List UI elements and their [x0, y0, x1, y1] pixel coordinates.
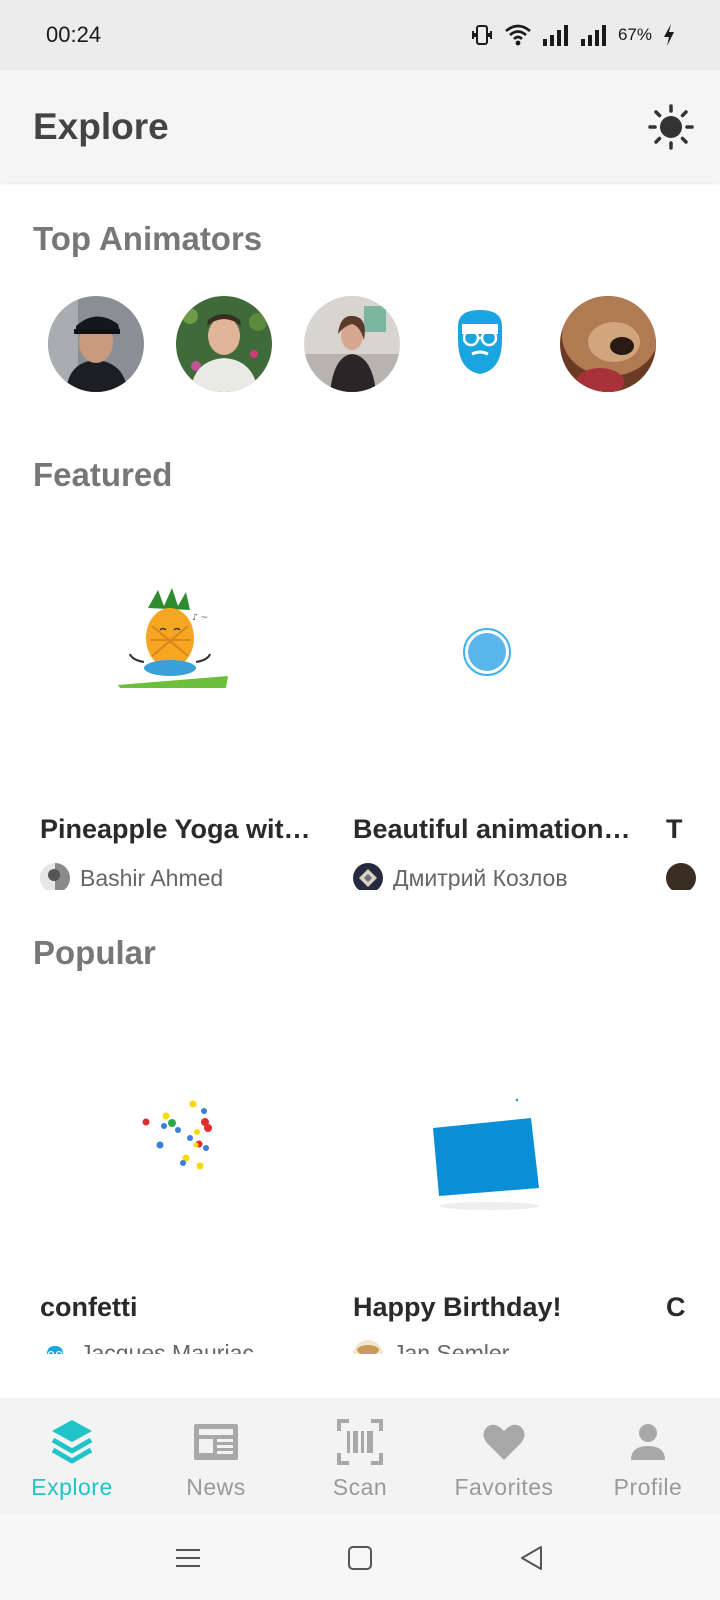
- menu-icon: [176, 1549, 200, 1567]
- app-bar: Explore: [0, 70, 720, 182]
- nav-label: Profile: [613, 1474, 683, 1500]
- animation-preview: ♪ ~: [40, 530, 340, 800]
- top-animators-list: [48, 296, 656, 392]
- signal-icon: [542, 25, 568, 46]
- system-navigation-bar: [0, 1514, 720, 1600]
- animation-card[interactable]: C: [666, 1008, 720, 1368]
- author-avatar: [40, 1340, 70, 1354]
- section-title-featured: Featured: [33, 456, 173, 493]
- section-title-popular: Popular: [33, 934, 156, 971]
- back-triangle-icon: [521, 1546, 542, 1570]
- animator-avatar[interactable]: [176, 296, 272, 392]
- animation-preview: [666, 530, 720, 800]
- card-author[interactable]: Дмитрий Козлов: [353, 862, 568, 890]
- card-title: Beautiful animation…: [353, 814, 631, 844]
- newspaper-icon: [190, 1418, 242, 1466]
- animator-avatar[interactable]: [432, 296, 528, 392]
- status-time: 00:24: [46, 22, 102, 47]
- card-title: Happy Birthday!: [353, 1292, 562, 1322]
- card-title: C: [666, 1292, 686, 1322]
- recent-apps-button[interactable]: [172, 1542, 204, 1574]
- svg-text:♪ ~: ♪ ~: [192, 613, 208, 623]
- featured-list: ♪ ~ Pineapple Yoga wit… Bashir Ahmed Bea…: [0, 530, 720, 890]
- card-title: T: [666, 814, 683, 844]
- card-author[interactable]: Jan Semler: [353, 1340, 509, 1354]
- author-name: Jan Semler: [393, 1340, 510, 1354]
- author-avatar: [666, 863, 696, 890]
- nav-label: Explore: [31, 1474, 113, 1500]
- nav-item-explore[interactable]: Explore: [0, 1398, 144, 1514]
- status-bar: 00:24 67%: [0, 0, 720, 70]
- nav-label: Scan: [332, 1474, 388, 1500]
- animation-preview: [353, 1008, 653, 1278]
- section-title-top-animators: Top Animators: [33, 220, 263, 257]
- animation-card[interactable]: confetti Jacques Mauriac: [40, 1008, 340, 1368]
- animation-card[interactable]: Beautiful animation… Дмитрий Козлов: [353, 530, 653, 890]
- animator-avatar[interactable]: [304, 296, 400, 392]
- home-button[interactable]: [344, 1542, 376, 1574]
- nav-label: News: [186, 1474, 246, 1500]
- animator-avatar[interactable]: [48, 296, 144, 392]
- page-title: Explore: [33, 106, 169, 147]
- animation-card[interactable]: ♪ ~ Pineapple Yoga wit… Bashir Ahmed: [40, 530, 340, 890]
- animation-preview: [353, 530, 653, 800]
- square-icon: [348, 1546, 372, 1570]
- heart-icon: [478, 1418, 530, 1466]
- card-title: Pineapple Yoga wit…: [40, 814, 311, 844]
- nav-item-scan[interactable]: Scan: [288, 1398, 432, 1514]
- card-author[interactable]: Bashir Ahmed: [40, 862, 223, 890]
- author-name: Дмитрий Козлов: [393, 864, 568, 891]
- nav-item-profile[interactable]: Profile: [576, 1398, 720, 1514]
- back-button[interactable]: [516, 1542, 548, 1574]
- bottom-navigation: Explore News Scan Favorites Profile: [0, 1398, 720, 1514]
- card-author[interactable]: Jacques Mauriac: [40, 1340, 254, 1354]
- theme-toggle-button[interactable]: [648, 104, 694, 150]
- layers-icon: [46, 1418, 98, 1466]
- animation-card[interactable]: T: [666, 530, 720, 890]
- barcode-scan-icon: [334, 1418, 386, 1466]
- sun-icon: [648, 104, 694, 150]
- signal-icon: [580, 25, 606, 46]
- popular-list: confetti Jacques Mauriac Happy Birthday!…: [0, 1008, 720, 1370]
- animator-avatar[interactable]: [560, 296, 656, 392]
- author-avatar: [353, 863, 383, 890]
- nav-item-news[interactable]: News: [144, 1398, 288, 1514]
- author-name: Jacques Mauriac: [80, 1340, 254, 1354]
- charging-icon: [664, 24, 674, 46]
- wifi-icon: [505, 24, 531, 46]
- vibrate-icon: [471, 25, 492, 45]
- author-avatar: [40, 863, 70, 890]
- author-name: Bashir Ahmed: [80, 864, 224, 891]
- author-avatar: [353, 1340, 383, 1354]
- person-icon: [622, 1418, 674, 1466]
- animation-preview: [666, 1008, 720, 1278]
- battery-percent: 67%: [617, 25, 652, 44]
- status-icons: 67%: [470, 20, 676, 50]
- animation-preview: [40, 1008, 340, 1278]
- card-title: confetti: [40, 1292, 138, 1322]
- nav-label: Favorites: [454, 1474, 554, 1500]
- animation-card[interactable]: Happy Birthday! Jan Semler: [353, 1008, 653, 1368]
- card-author[interactable]: [666, 862, 696, 890]
- nav-item-favorites[interactable]: Favorites: [432, 1398, 576, 1514]
